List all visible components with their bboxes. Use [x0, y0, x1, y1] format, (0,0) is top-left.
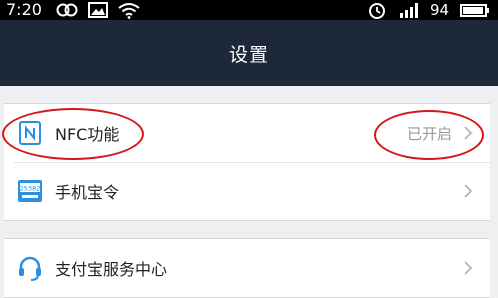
service-center-label: 支付宝服务中心	[55, 260, 168, 279]
signal-icon	[400, 3, 418, 18]
token-row[interactable]: 25382 手机宝令	[4, 162, 490, 220]
token-icon: 25382	[17, 178, 43, 204]
settings-group-2: 支付宝服务中心	[4, 238, 490, 298]
token-icon-text: 25382	[20, 184, 41, 192]
nfc-label: NFC功能	[55, 125, 120, 144]
page-title: 设置	[228, 43, 269, 66]
status-bar: 7:20 94	[0, 0, 498, 20]
alarm-icon	[369, 3, 385, 19]
nfc-row[interactable]: NFC功能 已开启	[4, 104, 490, 162]
nfc-status: 已开启	[406, 124, 452, 143]
settings-group-1: NFC功能 已开启 25382 手机宝令	[4, 103, 490, 221]
chevron-right-icon	[464, 261, 473, 275]
chevron-right-icon	[464, 126, 473, 140]
status-time: 7:20	[6, 0, 42, 19]
image-icon	[88, 2, 108, 18]
chevron-right-icon	[464, 184, 473, 198]
link-icon	[56, 3, 78, 17]
nfc-icon	[17, 120, 43, 146]
battery-icon	[460, 4, 489, 17]
wifi-icon	[118, 3, 140, 19]
service-center-row[interactable]: 支付宝服务中心	[4, 239, 490, 297]
battery-level: 94	[430, 1, 450, 19]
token-label: 手机宝令	[55, 183, 120, 202]
header: 设置	[0, 20, 498, 86]
headset-icon	[17, 255, 43, 281]
